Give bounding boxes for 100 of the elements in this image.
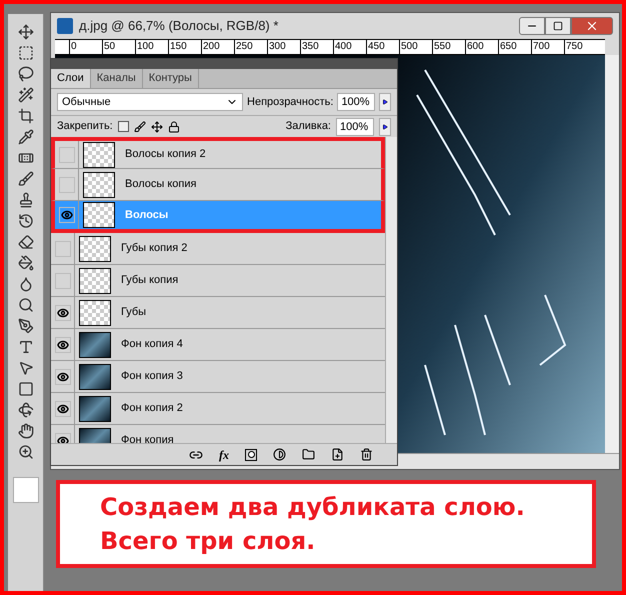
lock-transparency-icon[interactable] bbox=[118, 121, 129, 132]
layer-row[interactable]: Фон копия 4 bbox=[51, 329, 385, 361]
ruler-label: 550 bbox=[432, 40, 465, 54]
fill-arrow-button[interactable] bbox=[379, 118, 391, 136]
photo-thumbnail bbox=[79, 396, 111, 422]
drop-tool-icon[interactable] bbox=[18, 276, 34, 292]
panel-tab[interactable]: Слои bbox=[51, 69, 91, 88]
visibility-toggle[interactable] bbox=[54, 272, 70, 288]
ruler-label: 500 bbox=[399, 40, 432, 54]
triangle-icon bbox=[382, 124, 388, 130]
visibility-toggle[interactable] bbox=[54, 240, 70, 256]
move-tool-icon[interactable] bbox=[18, 24, 34, 40]
triangle-icon bbox=[382, 99, 388, 105]
visibility-toggle[interactable] bbox=[54, 368, 70, 384]
layer-name: Губы копия 2 bbox=[121, 241, 188, 256]
brush-tool-icon[interactable] bbox=[18, 171, 34, 187]
visibility-toggle[interactable] bbox=[58, 207, 74, 223]
hand-tool-icon[interactable] bbox=[18, 423, 34, 439]
visibility-toggle[interactable] bbox=[54, 336, 70, 352]
bucket-tool-icon[interactable] bbox=[18, 255, 34, 271]
transparent-thumbnail bbox=[79, 268, 111, 294]
annotation-text: Создаем два дубликата слою. bbox=[100, 492, 526, 522]
trash-icon[interactable] bbox=[360, 448, 373, 461]
marquee-tool-icon[interactable] bbox=[18, 45, 34, 61]
layer-row[interactable]: Волосы копия 2 bbox=[51, 137, 385, 169]
layer-row[interactable]: Фон копия 2 bbox=[51, 393, 385, 425]
vertical-scrollbar[interactable] bbox=[605, 55, 619, 453]
window-title: д.jpg @ 66,7% (Волосы, RGB/8) * bbox=[79, 17, 278, 36]
visibility-toggle[interactable] bbox=[54, 400, 70, 416]
adjustment-icon[interactable] bbox=[273, 448, 286, 461]
mask-icon[interactable] bbox=[245, 448, 257, 460]
ruler-label: 100 bbox=[135, 40, 168, 54]
stamp-tool-icon[interactable] bbox=[18, 192, 34, 208]
ruler-label: 650 bbox=[498, 40, 531, 54]
eye-icon bbox=[56, 402, 68, 414]
layer-name: Волосы bbox=[125, 208, 168, 223]
lock-pixels-icon[interactable] bbox=[134, 120, 146, 132]
opacity-field[interactable]: 100% bbox=[337, 93, 376, 111]
layer-row[interactable]: Губы bbox=[51, 297, 385, 329]
new-layer-icon[interactable] bbox=[331, 448, 344, 461]
photo-thumbnail bbox=[79, 332, 111, 358]
effects-button[interactable]: fx bbox=[219, 446, 229, 464]
lasso-tool-icon[interactable] bbox=[18, 66, 34, 82]
eye-icon bbox=[56, 306, 68, 318]
zoom-tool-icon[interactable] bbox=[18, 444, 34, 460]
eye-icon bbox=[60, 209, 72, 221]
opacity-arrow-button[interactable] bbox=[379, 93, 391, 111]
opacity-label: Непрозрачность: bbox=[247, 94, 334, 110]
transparent-thumbnail bbox=[83, 142, 115, 168]
eyedropper-tool-icon[interactable] bbox=[18, 129, 34, 145]
layer-name: Фон копия bbox=[121, 433, 174, 443]
layer-row[interactable]: Губы копия bbox=[51, 265, 385, 297]
color-swatches-icon[interactable] bbox=[12, 477, 38, 503]
visibility-toggle[interactable] bbox=[54, 304, 70, 320]
type-tool-icon[interactable] bbox=[18, 339, 34, 355]
layer-row[interactable]: Волосы копия bbox=[51, 169, 385, 201]
rotate-tool-icon[interactable] bbox=[18, 402, 34, 418]
visibility-toggle[interactable] bbox=[58, 146, 74, 162]
layer-name: Фон копия 4 bbox=[121, 337, 183, 352]
vertical-scrollbar[interactable] bbox=[385, 137, 397, 443]
app-logo-icon bbox=[57, 18, 73, 34]
wand-tool-icon[interactable] bbox=[18, 87, 34, 103]
maximize-button[interactable] bbox=[545, 17, 571, 35]
photo-thumbnail bbox=[79, 364, 111, 390]
eye-icon bbox=[56, 434, 68, 443]
layer-name: Губы копия bbox=[121, 273, 178, 288]
maximize-icon bbox=[553, 21, 563, 31]
lock-all-icon[interactable] bbox=[168, 120, 180, 132]
eye-icon bbox=[56, 338, 68, 350]
folder-icon[interactable] bbox=[302, 448, 315, 461]
close-icon bbox=[585, 19, 599, 33]
blend-mode-dropdown[interactable]: Обычные bbox=[57, 93, 244, 111]
layer-name: Волосы копия bbox=[125, 177, 196, 192]
ruler-label: 400 bbox=[333, 40, 366, 54]
close-button[interactable] bbox=[571, 17, 613, 35]
fill-field[interactable]: 100% bbox=[336, 118, 374, 136]
eye-icon bbox=[56, 370, 68, 382]
transparent-thumbnail bbox=[79, 300, 111, 326]
minimize-button[interactable] bbox=[519, 17, 545, 35]
transparent-thumbnail bbox=[83, 202, 115, 228]
ruler-label: 0 bbox=[69, 40, 102, 54]
ruler-label: 750 bbox=[564, 40, 597, 54]
ruler-label: 50 bbox=[102, 40, 135, 54]
crop-tool-icon[interactable] bbox=[18, 108, 34, 124]
lock-position-icon[interactable] bbox=[150, 120, 163, 132]
rectangle-tool-icon[interactable] bbox=[18, 381, 34, 397]
annotation-text: Всего три слоя. bbox=[100, 526, 316, 556]
ruler-label: 250 bbox=[234, 40, 267, 54]
transparent-thumbnail bbox=[83, 172, 115, 198]
history-brush-tool-icon[interactable] bbox=[18, 213, 34, 229]
ruler-label: 350 bbox=[300, 40, 333, 54]
transparent-thumbnail bbox=[79, 236, 111, 262]
layer-row[interactable]: Губы копия 2 bbox=[51, 233, 385, 265]
layer-row[interactable]: Фон копия 3 bbox=[51, 361, 385, 393]
visibility-toggle[interactable] bbox=[58, 176, 74, 192]
pen-tool-icon[interactable] bbox=[18, 318, 34, 334]
eraser-tool-icon[interactable] bbox=[18, 234, 34, 250]
lock-label: Закрепить: bbox=[57, 119, 113, 134]
ruler-label: 200 bbox=[201, 40, 234, 54]
pointer-tool-icon[interactable] bbox=[18, 360, 34, 376]
